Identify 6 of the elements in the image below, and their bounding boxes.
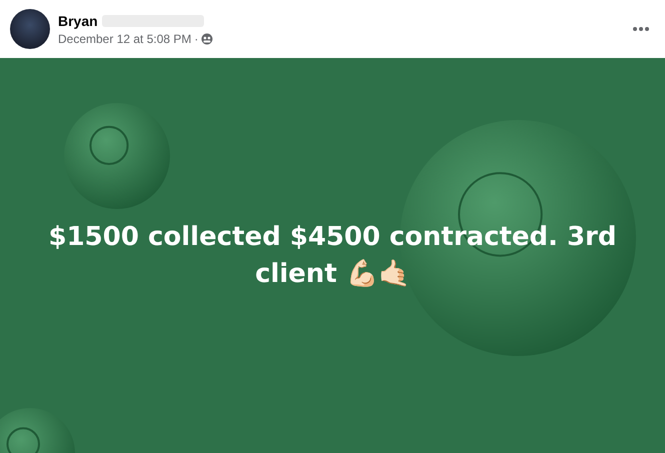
- separator: ·: [194, 32, 198, 46]
- more-icon: [633, 27, 649, 31]
- author-name[interactable]: Bryan: [58, 12, 98, 28]
- post-text: $1500 collected $4500 contracted. 3rd client 💪🏻🤙🏻: [47, 221, 618, 290]
- post-timestamp[interactable]: December 12 at 5:08 PM: [58, 32, 192, 46]
- avatar[interactable]: [10, 9, 50, 49]
